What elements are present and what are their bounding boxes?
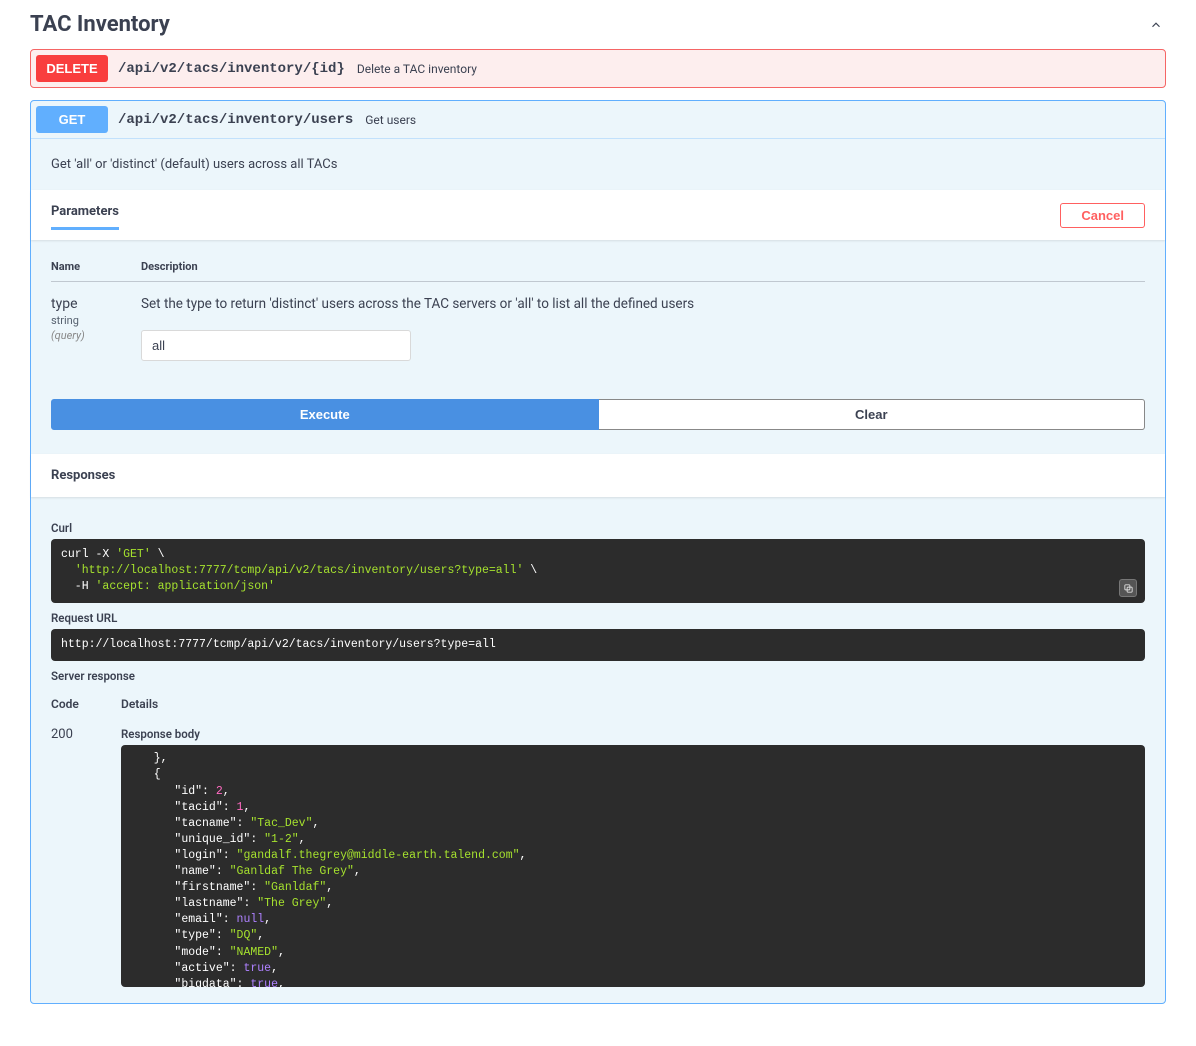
param-row: type string (query) Set the type to retu… bbox=[51, 282, 1145, 381]
copy-icon[interactable] bbox=[1119, 579, 1137, 597]
method-badge-delete: DELETE bbox=[36, 55, 108, 82]
opblock-delete: DELETE /api/v2/tacs/inventory/{id} Delet… bbox=[30, 49, 1166, 88]
op-summary: Get users bbox=[365, 113, 1140, 127]
section-header[interactable]: TAC Inventory bbox=[30, 6, 1166, 49]
chevron-up-icon[interactable] bbox=[1140, 110, 1160, 130]
op-path: /api/v2/tacs/inventory/{id} bbox=[118, 61, 345, 77]
op-path: /api/v2/tacs/inventory/users bbox=[118, 112, 353, 128]
param-name: type bbox=[51, 296, 141, 312]
parameters-table: Name Description type string (query) Set… bbox=[31, 240, 1165, 381]
param-type: string bbox=[51, 314, 141, 327]
opblock-get: GET /api/v2/tacs/inventory/users Get use… bbox=[30, 100, 1166, 1004]
curl-label: Curl bbox=[51, 521, 1145, 535]
op-summary: Delete a TAC inventory bbox=[357, 62, 1140, 76]
op-note: Get 'all' or 'distinct' (default) users … bbox=[31, 139, 1165, 190]
action-buttons: Execute Clear bbox=[31, 381, 1165, 454]
op-body: Get 'all' or 'distinct' (default) users … bbox=[31, 138, 1165, 1003]
col-details: Details bbox=[121, 697, 1145, 711]
col-desc: Description bbox=[141, 260, 1145, 273]
param-desc-cell: Set the type to return 'distinct' users … bbox=[141, 296, 1145, 361]
opblock-get-summary[interactable]: GET /api/v2/tacs/inventory/users Get use… bbox=[31, 101, 1165, 138]
server-response-label: Server response bbox=[51, 669, 1145, 683]
param-in: (query) bbox=[51, 329, 141, 342]
section-title: TAC Inventory bbox=[30, 12, 170, 37]
response-code: 200 bbox=[51, 717, 121, 742]
response-body-label: Response body bbox=[121, 727, 1145, 741]
response-row: 200 Response body }, { "id": 2, "tacid":… bbox=[51, 717, 1145, 987]
param-description: Set the type to return 'distinct' users … bbox=[141, 296, 1145, 312]
method-badge-get: GET bbox=[36, 106, 108, 133]
opblock-delete-summary[interactable]: DELETE /api/v2/tacs/inventory/{id} Delet… bbox=[31, 50, 1165, 87]
curl-codebox[interactable]: curl -X 'GET' \ 'http://localhost:7777/t… bbox=[51, 539, 1145, 603]
chevron-up-icon[interactable] bbox=[1146, 15, 1166, 35]
cancel-button[interactable]: Cancel bbox=[1060, 203, 1145, 228]
parameters-tabbar: Parameters Cancel bbox=[31, 190, 1165, 240]
response-table-head: Code Details bbox=[51, 687, 1145, 717]
param-head: Name Description bbox=[51, 252, 1145, 282]
response-body-json[interactable]: }, { "id": 2, "tacid": 1, "tacname": "Ta… bbox=[121, 745, 1145, 987]
tab-parameters[interactable]: Parameters bbox=[51, 200, 119, 230]
request-url-box[interactable]: http://localhost:7777/tcmp/api/v2/tacs/i… bbox=[51, 629, 1145, 661]
col-name: Name bbox=[51, 260, 141, 273]
response-detail: Response body }, { "id": 2, "tacid": 1, … bbox=[121, 717, 1145, 987]
request-url-label: Request URL bbox=[51, 611, 1145, 625]
clear-button[interactable]: Clear bbox=[599, 399, 1146, 430]
param-input-type[interactable] bbox=[141, 330, 411, 361]
chevron-down-icon[interactable] bbox=[1140, 59, 1160, 79]
execute-button[interactable]: Execute bbox=[51, 399, 599, 430]
responses-body: Curl curl -X 'GET' \ 'http://localhost:7… bbox=[31, 497, 1165, 1003]
col-code: Code bbox=[51, 697, 121, 711]
param-name-cell: type string (query) bbox=[51, 296, 141, 361]
responses-heading: Responses bbox=[31, 454, 1165, 497]
